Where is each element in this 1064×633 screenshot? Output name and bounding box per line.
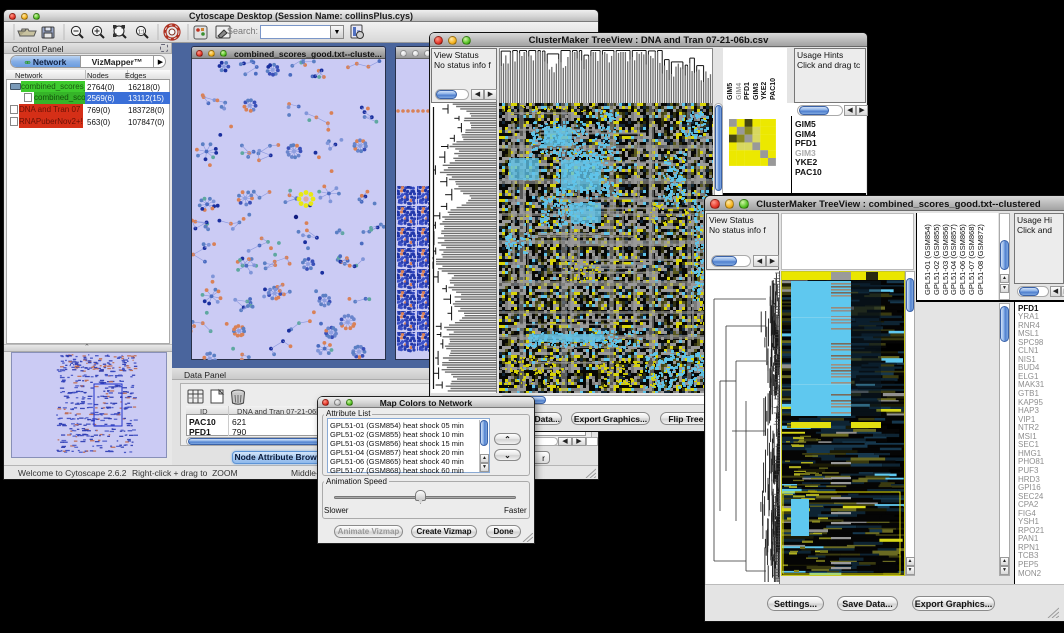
svg-text:1:1: 1:1 (138, 30, 145, 36)
